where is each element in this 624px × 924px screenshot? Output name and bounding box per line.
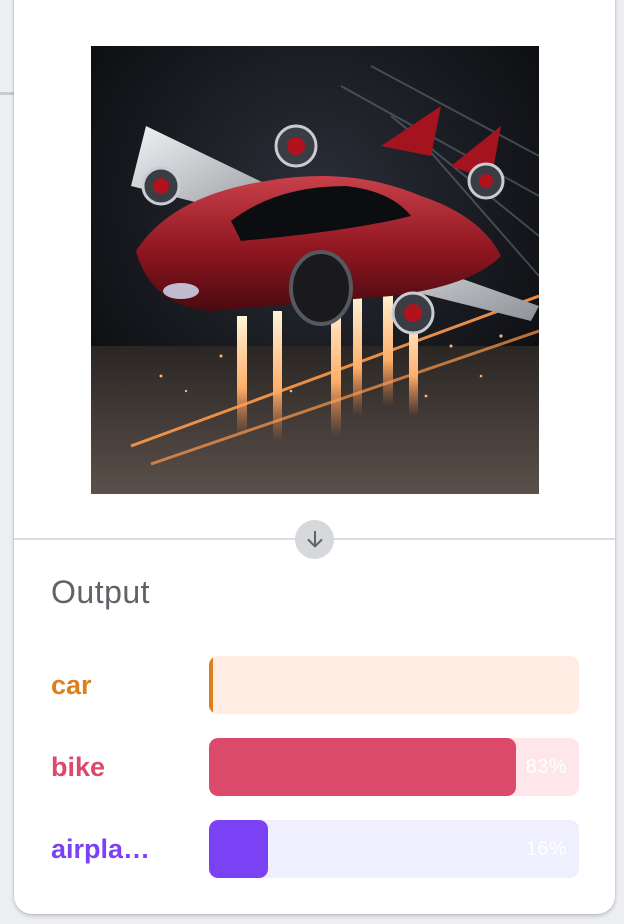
output-title: Output <box>51 574 151 610</box>
input-image <box>91 46 539 494</box>
confidence-bar-fill <box>209 820 269 878</box>
confidence-bar-track: 83% <box>209 738 579 796</box>
classifier-card: Output car bike 83% airpla… 16% <box>14 0 615 914</box>
confidence-bar-fill <box>209 656 213 714</box>
result-row: airpla… 16% <box>14 820 615 878</box>
arrow-down-icon <box>295 520 334 559</box>
confidence-bar-track: 16% <box>209 820 579 878</box>
confidence-value: 16% <box>525 838 567 860</box>
result-row: bike 83% <box>14 738 615 796</box>
confidence-value: 83% <box>525 756 567 778</box>
result-label: bike <box>51 752 106 782</box>
result-label: airpla… <box>51 834 151 864</box>
flying-car-image <box>91 46 539 494</box>
result-row: car <box>14 656 615 714</box>
page-divider <box>0 92 14 95</box>
confidence-bar-track <box>209 656 579 714</box>
result-label: car <box>51 670 92 700</box>
confidence-bar-fill <box>209 738 517 796</box>
